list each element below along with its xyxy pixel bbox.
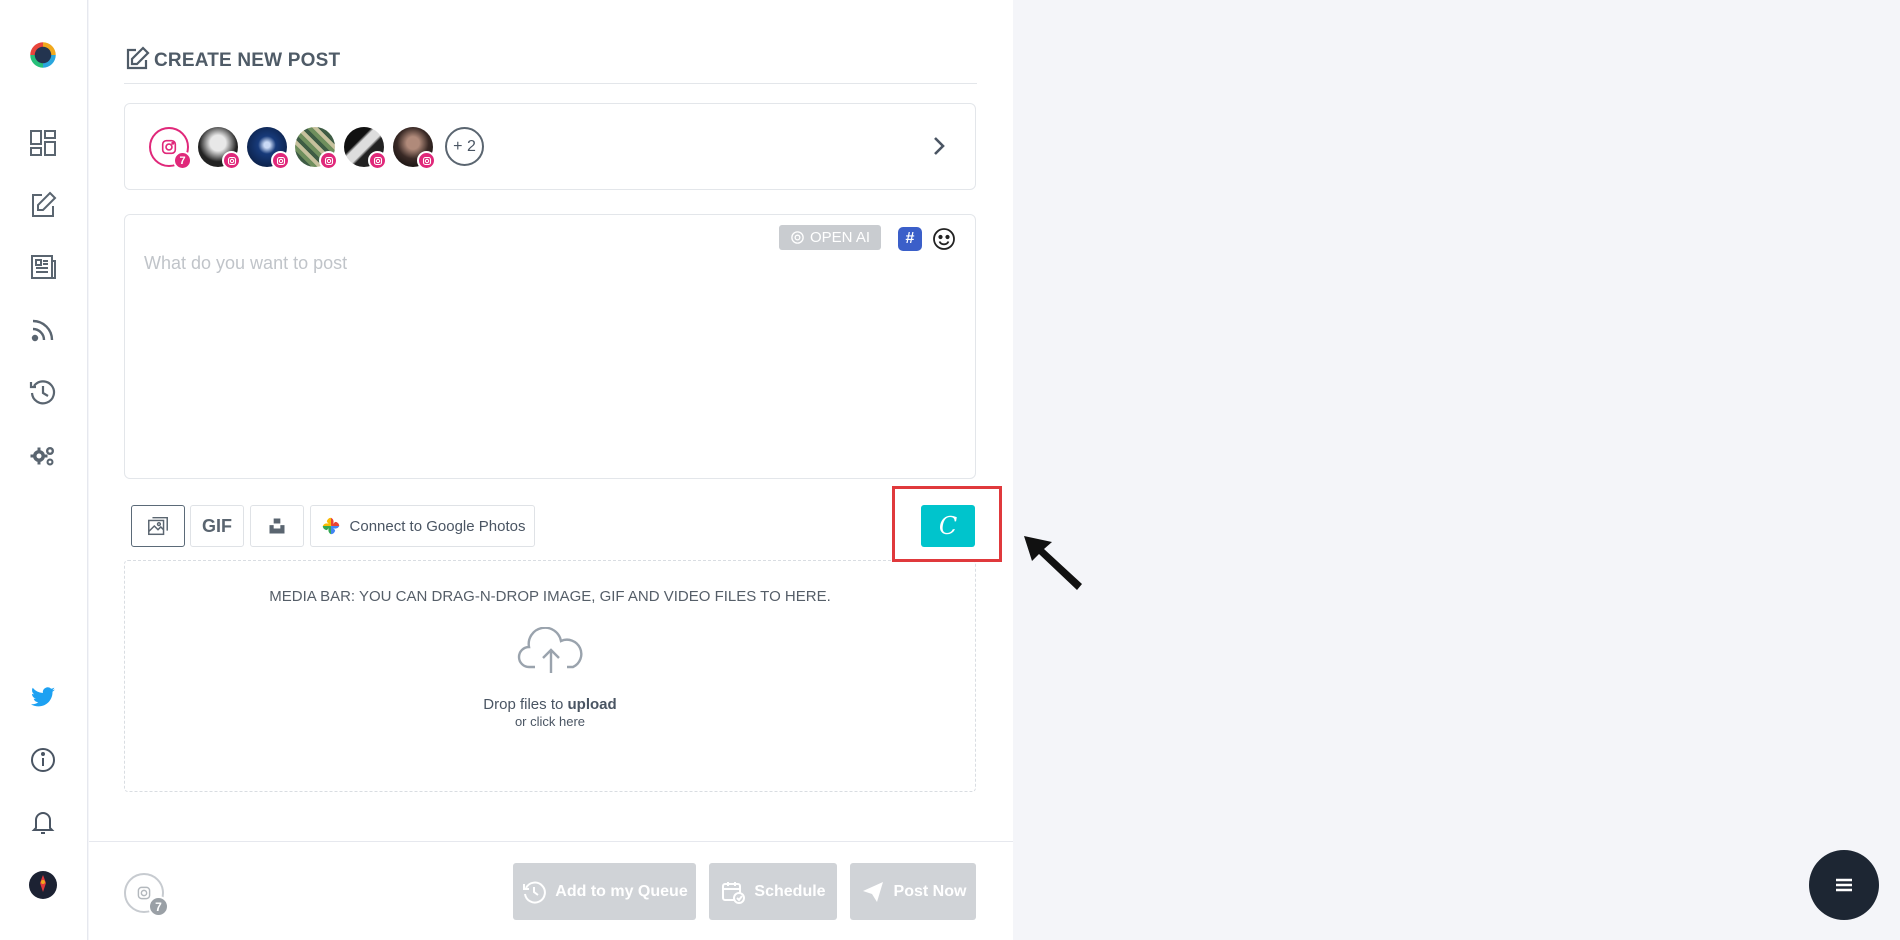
openai-icon — [791, 231, 804, 244]
hamburger-menu-icon — [1836, 878, 1852, 892]
media-bar-note: MEDIA BAR: YOU CAN DRAG-N-DROP IMAGE, GI… — [269, 588, 831, 605]
instagram-badge-icon — [319, 151, 338, 170]
post-now-button[interactable]: Post Now — [850, 863, 976, 920]
dashboard-icon[interactable] — [24, 124, 62, 162]
post-text-input[interactable]: What do you want to post — [144, 253, 347, 274]
instagram-badge-icon — [417, 151, 436, 170]
queue-icon — [523, 881, 547, 903]
page-title: CREATE NEW POST — [154, 50, 341, 71]
page-header: CREATE NEW POST — [124, 46, 977, 84]
app-logo-icon[interactable] — [24, 36, 62, 74]
instagram-badge-icon — [222, 151, 241, 170]
gif-button[interactable]: GIF — [190, 505, 244, 547]
twitter-icon[interactable] — [24, 678, 62, 716]
calendar-icon — [722, 881, 746, 904]
settings-gears-icon[interactable] — [24, 436, 62, 474]
cloud-upload-icon — [517, 627, 583, 673]
unsplash-icon — [269, 518, 285, 534]
google-photos-button[interactable]: Connect to Google Photos — [310, 505, 535, 547]
history-icon[interactable] — [24, 373, 62, 411]
compose-icon[interactable] — [24, 186, 62, 224]
google-photos-icon — [322, 517, 339, 535]
edit-icon — [126, 46, 150, 70]
notifications-bell-icon[interactable] — [24, 803, 62, 841]
add-to-queue-button[interactable]: Add to my Queue — [513, 863, 696, 920]
media-dropzone[interactable]: MEDIA BAR: YOU CAN DRAG-N-DROP IMAGE, GI… — [124, 560, 976, 792]
info-icon[interactable] — [24, 741, 62, 779]
paper-plane-icon — [862, 881, 883, 902]
user-avatar[interactable] — [24, 866, 62, 904]
images-icon — [148, 516, 168, 536]
menu-fab-button[interactable] — [1809, 850, 1879, 920]
create-post-panel: CREATE NEW POST 7 + 2 What do you want t… — [89, 0, 1013, 940]
unsplash-button[interactable] — [250, 505, 304, 547]
instagram-badge-icon — [368, 151, 387, 170]
instagram-badge-icon — [271, 151, 290, 170]
rss-feed-icon[interactable] — [24, 311, 62, 349]
account-count-badge: 7 — [173, 151, 192, 170]
more-accounts-badge[interactable]: + 2 — [445, 127, 484, 166]
drop-files-text: Drop files to upload — [483, 696, 617, 713]
click-here-text: or click here — [514, 714, 586, 729]
highlight-box — [892, 486, 1002, 562]
account-selector[interactable]: 7 + 2 — [124, 103, 976, 190]
posts-list-icon[interactable] — [24, 248, 62, 286]
schedule-button[interactable]: Schedule — [709, 863, 837, 920]
chevron-right-icon[interactable] — [925, 132, 953, 160]
hashtag-button[interactable]: # — [898, 227, 922, 251]
post-composer[interactable]: What do you want to post OPEN AI # — [124, 214, 976, 479]
footer-divider — [89, 841, 1013, 842]
pointer-arrow-icon — [1024, 536, 1082, 590]
image-upload-button[interactable] — [131, 505, 185, 547]
open-ai-button[interactable]: OPEN AI — [779, 225, 881, 250]
emoji-icon[interactable] — [932, 227, 956, 251]
sidebar — [0, 0, 88, 940]
selected-accounts-count: 7 — [148, 896, 169, 917]
